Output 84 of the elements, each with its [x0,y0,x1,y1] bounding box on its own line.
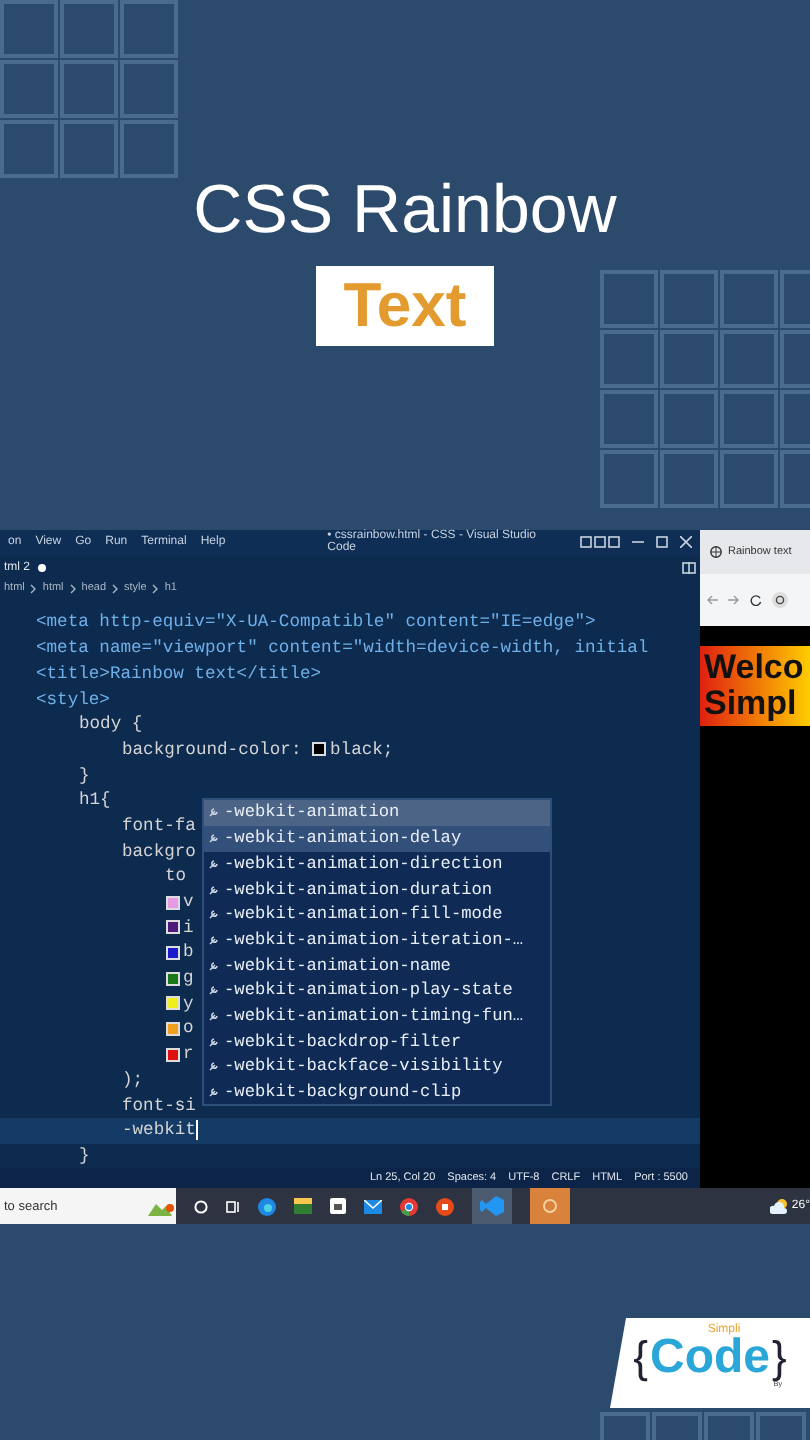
folder-icon[interactable] [294,1198,312,1214]
code-line: -webkit [122,1120,196,1141]
code-line: r [183,1044,194,1065]
wrench-icon [208,1060,220,1073]
color-swatch[interactable] [165,895,179,910]
suggestion-item[interactable]: -webkit-backface-visibility [204,1054,550,1080]
color-swatch[interactable] [312,742,327,757]
close-icon[interactable] [680,536,692,549]
code-line: black; [330,739,394,760]
color-swatch[interactable] [165,920,179,935]
wrench-icon [208,832,220,845]
globe-icon [710,546,722,558]
circle-icon[interactable] [194,1199,208,1213]
suggestion-item[interactable]: -webkit-animation-delay [204,825,550,851]
code-line: g [183,968,194,989]
suggestion-item[interactable]: -webkit-animation [204,800,550,826]
maximize-icon[interactable] [656,536,668,549]
forward-icon[interactable] [728,594,740,606]
suggestion-item[interactable]: -webkit-backdrop-filter [204,1028,550,1054]
code-line: font-fa [122,815,196,836]
suggestion-item[interactable]: -webkit-animation-fill-mode [204,901,550,928]
code-line: <title>Rainbow text</title> [36,663,322,684]
code-line: v [183,892,194,913]
headline: CSS Rainbow [193,172,617,250]
code-line: b [183,942,194,963]
store-icon[interactable] [330,1198,346,1214]
minimize-icon[interactable] [632,536,644,549]
reload-icon[interactable] [750,594,762,606]
logo-text: { [633,1332,648,1384]
chevron-icon [69,583,76,594]
wrench-icon [208,1086,220,1099]
suggestion-item[interactable]: -webkit-animation-play-state [204,977,550,1004]
code-line: body { [79,714,143,735]
wrench-icon [208,908,220,921]
wrench-icon [208,1035,220,1048]
code-line: o [183,1018,194,1039]
mail-icon[interactable] [364,1199,382,1213]
wrench-icon [208,806,220,819]
wrench-icon [208,1009,220,1022]
code-line: } [79,1145,90,1166]
wrench-icon [208,933,220,946]
color-swatch[interactable] [165,945,179,960]
color-swatch[interactable] [165,1021,179,1036]
suggestion-item[interactable]: -webkit-animation-timing-fun… [204,1003,550,1029]
suggestion-item[interactable]: -webkit-background-clip [204,1079,550,1105]
code-line: y [183,993,194,1014]
split-editor-icon[interactable] [682,561,696,574]
wrench-icon [208,883,220,896]
code-line: <meta name="viewport" content="width=device-width, initial [36,638,649,659]
code-line: background-color: [122,739,302,760]
suggestion-item[interactable]: -webkit-animation-iteration-… [204,927,550,953]
code-line: font-si [122,1095,196,1116]
suggestion-item[interactable]: -webkit-animation-name [204,952,550,978]
color-swatch[interactable] [165,971,179,986]
chevron-icon [30,583,37,594]
chevron-icon [152,583,159,594]
code-line: <style> [36,689,110,710]
browser-icon[interactable] [258,1197,276,1215]
color-swatch[interactable] [165,996,179,1011]
color-swatch[interactable] [165,1047,179,1062]
code-line: h1{ [79,790,111,811]
chevron-icon [112,583,119,594]
task-view-icon[interactable] [226,1199,240,1213]
code-line: to [165,866,187,887]
back-icon[interactable] [706,594,718,606]
chrome-icon[interactable] [400,1197,418,1215]
site-info-icon[interactable] [772,592,788,608]
text-cursor [195,1120,198,1141]
rainbow-heading: Welco Simpl [700,646,810,726]
suggestion-item[interactable]: -webkit-animation-direction [204,851,550,877]
weather-icon [769,1198,788,1214]
layout-icon[interactable] [580,536,620,549]
logo-text: } [772,1332,787,1382]
app-icon[interactable] [436,1197,454,1215]
code-line: backgro [122,841,196,862]
code-line: ); [122,1069,144,1090]
wrench-icon [208,959,220,972]
wrench-icon [208,857,220,870]
suggestion-item[interactable]: -webkit-animation-duration [204,876,550,902]
headline-highlight: Text [315,266,495,346]
code-line: <meta http-equiv="X-UA-Compatible" content="IE=edge"> [36,612,596,633]
code-line: } [79,765,90,786]
wrench-icon [208,984,220,997]
code-line: i [183,917,194,938]
